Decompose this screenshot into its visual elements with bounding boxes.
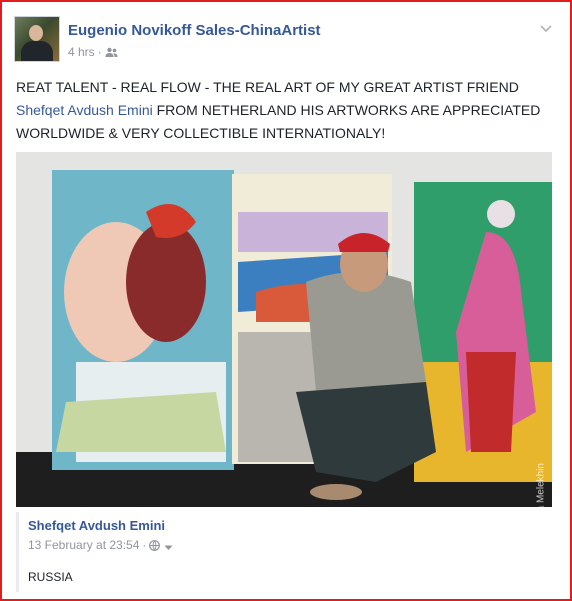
- shared-quote-bar: [16, 512, 19, 592]
- avatar-body: [21, 41, 53, 61]
- post-author-name[interactable]: Eugenio Novikoff Sales-ChinaArtist: [68, 22, 321, 39]
- shared-timestamp[interactable]: 13 February at 23:54: [28, 538, 139, 552]
- shared-meta-separator: ·: [142, 538, 147, 552]
- photo-watermark: Elia Melekhin: [535, 463, 546, 507]
- chevron-down-icon[interactable]: [540, 20, 552, 38]
- globe-icon[interactable]: [149, 540, 161, 554]
- post-header: Eugenio Novikoff Sales-ChinaArtist 4 hrs…: [14, 16, 556, 64]
- painting-left: [52, 170, 234, 470]
- photo-scene: [16, 152, 552, 507]
- audience-chevron-down-icon[interactable]: [164, 540, 173, 554]
- avatar[interactable]: [14, 16, 60, 62]
- avatar-head: [29, 25, 43, 41]
- shared-author-name[interactable]: Shefqet Avdush Emini: [28, 518, 165, 533]
- post-card: Eugenio Novikoff Sales-ChinaArtist 4 hrs…: [14, 16, 556, 592]
- shared-post-text: RUSSIA: [28, 570, 73, 584]
- post-text: REAT TALENT - REAL FLOW - THE REAL ART O…: [16, 76, 546, 145]
- friends-icon[interactable]: [105, 47, 118, 61]
- shared-post: Shefqet Avdush Emini 13 February at 23:5…: [16, 512, 552, 592]
- shared-meta: 13 February at 23:54 ·: [28, 538, 173, 554]
- mention-link[interactable]: Shefqet Avdush Emini: [16, 102, 153, 118]
- meta-separator: ·: [97, 45, 102, 59]
- post-text-intro: REAT TALENT - REAL FLOW - THE REAL ART O…: [16, 79, 519, 95]
- post-frame: Eugenio Novikoff Sales-ChinaArtist 4 hrs…: [0, 0, 572, 601]
- post-timestamp[interactable]: 4 hrs: [68, 45, 95, 59]
- post-photo[interactable]: Elia Melekhin: [16, 152, 552, 507]
- post-meta: 4 hrs ·: [68, 45, 118, 61]
- painting-right: [414, 182, 552, 482]
